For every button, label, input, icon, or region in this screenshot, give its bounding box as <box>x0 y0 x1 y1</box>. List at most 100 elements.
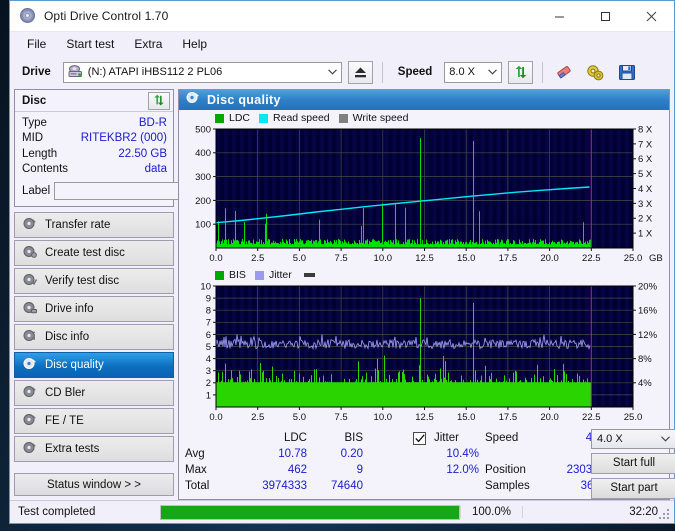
sidebar-item-label: Disc info <box>45 331 90 343</box>
toolbar: Drive (N:) ATAPI iHBS112 2 PL06 Speed 8.… <box>10 55 674 89</box>
svg-text:4%: 4% <box>638 378 652 389</box>
resize-grip[interactable] <box>659 509 671 521</box>
svg-text:3: 3 <box>206 366 211 377</box>
disc-row-mid: MID RITEKBR2 (000) <box>22 131 167 147</box>
svg-text:12%: 12% <box>638 330 658 341</box>
progress-percent: 100.0% <box>460 506 522 518</box>
svg-text:2.5: 2.5 <box>251 253 264 264</box>
drive-select[interactable]: (N:) ATAPI iHBS112 2 PL06 <box>62 61 342 83</box>
sidebar-item-label: Create test disc <box>45 247 125 259</box>
svg-text:8 X: 8 X <box>638 125 653 135</box>
sidebar-item-disc-info[interactable]: Disc info <box>14 324 174 350</box>
status-window-button[interactable]: Status window > > <box>14 473 174 496</box>
svg-text:15.0: 15.0 <box>457 412 476 423</box>
sidebar-item-label: CD Bler <box>45 387 86 399</box>
sidebar-item-label: Transfer rate <box>45 219 111 231</box>
nav-list: Transfer rate Create test disc Verify te… <box>14 212 174 462</box>
tools-gear-icon[interactable] <box>583 61 608 84</box>
disc-row-value: RITEKBR2 (000) <box>80 132 167 145</box>
legend-swatch-jitter <box>254 270 264 280</box>
sidebar-item-extra-tests[interactable]: Extra tests <box>14 436 174 462</box>
fe-te-icon <box>23 413 37 429</box>
svg-text:22.5: 22.5 <box>582 412 601 423</box>
menu-help[interactable]: Help <box>173 34 216 54</box>
svg-text:3 X: 3 X <box>638 198 653 209</box>
legend-swatch-ldc <box>215 113 224 123</box>
svg-text:7.5: 7.5 <box>334 412 347 423</box>
svg-text:15.0: 15.0 <box>457 253 476 264</box>
statistics-panel: LDC BIS Avg Max Total 10.78 462 3974333 … <box>179 428 675 499</box>
legend-swatch-write-speed <box>338 113 348 123</box>
stats-ldc-avg: 10.78 <box>278 447 307 460</box>
erase-button[interactable] <box>552 61 577 84</box>
save-button[interactable] <box>614 61 639 84</box>
disc-info-panel: Disc Type BD-R MID RITEKBR2 (000) Length… <box>14 89 259 207</box>
samples-stat-label: Samples <box>485 479 530 492</box>
elapsed-time: 32:20 <box>522 506 672 518</box>
disc-info-rows: Type BD-R MID RITEKBR2 (000) Length 22.5… <box>15 112 259 206</box>
sidebar-item-label: Disc quality <box>45 359 104 371</box>
svg-text:25.0: 25.0 <box>624 412 643 423</box>
start-full-button[interactable]: Start full <box>591 452 675 474</box>
svg-text:7: 7 <box>206 317 211 328</box>
eject-button[interactable] <box>347 60 373 84</box>
svg-text:4: 4 <box>206 354 211 365</box>
chevron-down-icon <box>661 436 670 442</box>
svg-text:2 X: 2 X <box>638 213 653 224</box>
menu-extra[interactable]: Extra <box>125 34 171 54</box>
bottom-chart[interactable]: 1 2 3 4 5 6 7 8 9 10 4% 8% 12% 16% 20% 0.0 2.5 5.0 7.5 10.0… <box>183 282 665 427</box>
minimize-icon[interactable] <box>536 1 582 31</box>
disc-row-key: MID <box>22 132 44 145</box>
chevron-down-icon <box>484 63 501 82</box>
content-header: Disc quality <box>179 90 669 110</box>
svg-text:6: 6 <box>206 330 211 341</box>
sidebar-item-verify-test-disc[interactable]: Verify test disc <box>14 268 174 294</box>
write-speed-select[interactable]: 8.0 X <box>444 61 503 83</box>
legend-swatch-extra <box>303 273 315 278</box>
charts-area: LDC Read speed Write speed 100 200 300 400 5… <box>179 110 669 427</box>
disc-row-key: Type <box>22 116 47 129</box>
top-chart[interactable]: 100 200 300 400 500 1 X 2 X 3 X 4 X 5 X 6 X 7 X 8 X 0… <box>183 125 665 268</box>
disc-row-key: Length <box>22 147 58 160</box>
sidebar-item-fe-te[interactable]: FE / TE <box>14 408 174 434</box>
content-panel: Disc quality LDC Read speed Write speed … <box>178 89 675 500</box>
menu-file[interactable]: File <box>18 34 55 54</box>
disc-row-type: Type BD-R <box>22 115 167 131</box>
refresh-button[interactable] <box>508 60 534 84</box>
legend-swatch-read-speed <box>259 113 269 123</box>
svg-text:5 X: 5 X <box>638 169 653 180</box>
write-speed-value: 8.0 X <box>449 66 475 78</box>
svg-text:7.5: 7.5 <box>334 253 347 264</box>
stats-bis-avg: 0.20 <box>340 447 363 460</box>
legend-label-write-speed: Write speed <box>352 112 409 125</box>
jitter-label: Jitter <box>434 431 459 444</box>
title-bar: Opti Drive Control 1.70 <box>10 1 674 32</box>
page-title: Disc quality <box>207 92 281 107</box>
sidebar-item-disc-quality[interactable]: Disc quality <box>14 352 174 378</box>
stats-col-header-ldc: LDC <box>283 431 307 444</box>
disc-row-value: data <box>144 163 167 176</box>
close-icon[interactable] <box>628 1 674 31</box>
menu-start-test[interactable]: Start test <box>57 34 123 54</box>
sidebar-item-cd-bler[interactable]: CD Bler <box>14 380 174 406</box>
create-test-disc-icon <box>23 245 37 261</box>
start-part-button[interactable]: Start part <box>591 477 675 499</box>
window-controls <box>536 1 674 31</box>
svg-text:10.0: 10.0 <box>374 412 393 423</box>
disc-refresh-button[interactable] <box>148 91 170 110</box>
jitter-checkbox[interactable] <box>413 431 426 445</box>
maximize-icon[interactable] <box>582 1 628 31</box>
svg-text:17.5: 17.5 <box>499 253 518 264</box>
svg-text:20.0: 20.0 <box>540 412 559 423</box>
svg-text:0.0: 0.0 <box>209 412 222 423</box>
progress-bar <box>160 504 460 520</box>
menu-bar: File Start test Extra Help <box>10 32 674 55</box>
sidebar-item-drive-info[interactable]: Drive info <box>14 296 174 322</box>
test-speed-select[interactable]: 4.0 X <box>591 428 675 449</box>
sidebar-item-create-test-disc[interactable]: Create test disc <box>14 240 174 266</box>
status-bar: Test completed 100.0% 32:20 <box>10 500 674 523</box>
svg-text:10.0: 10.0 <box>374 253 393 264</box>
cd-bler-icon <box>23 385 37 401</box>
sidebar-item-transfer-rate[interactable]: Transfer rate <box>14 212 174 238</box>
